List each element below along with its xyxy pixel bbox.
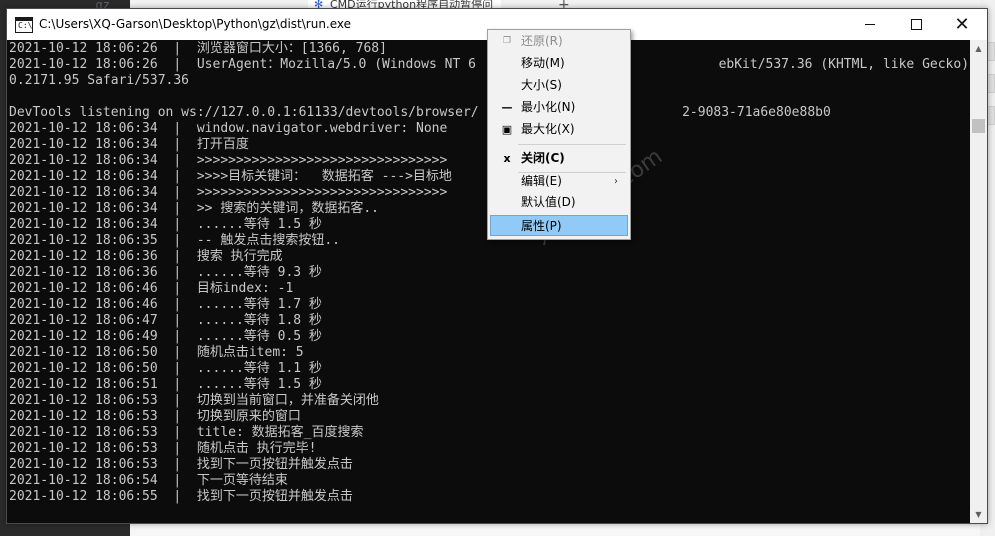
scroll-up-icon[interactable]: ▲ [970,40,987,57]
console-line: 2021-10-12 18:06:53 | title: 数据拓客_百度搜索 [9,425,364,440]
menu-item-maximize[interactable]: ▣ 最大化(X) [490,119,628,140]
maximize-button[interactable] [893,9,939,40]
menu-item-label: 属性(P) [521,219,562,233]
console-line: 2021-10-12 18:06:36 | ......等待 9.3 秒 [9,265,322,280]
menu-item-label: 编辑(E) [521,174,562,188]
console-line: 2021-10-12 18:06:50 | 随机点击item: 5 [9,345,304,360]
console-line: 2021-10-12 18:06:46 | ......等待 1.7 秒 [9,297,322,312]
console-app-icon[interactable]: C:\ [15,17,33,33]
close-icon: x [503,152,511,165]
window-title: C:\Users\XQ-Garson\Desktop\Python\gz\dis… [39,17,352,31]
console-line: 2021-10-12 18:06:53 | 找到下一页按钮并触发点击 [9,457,353,472]
console-line: 2021-10-12 18:06:50 | ......等待 1.1 秒 [9,361,322,376]
scrollbar-thumb[interactable] [972,119,985,133]
menu-item-minimize[interactable]: — 最小化(N) [490,97,628,118]
minimize-button[interactable] [847,9,893,40]
minimize-icon: — [501,101,513,114]
menu-item-close[interactable]: x 关闭(C) [490,148,628,169]
menu-item-label: 最大化(X) [521,122,575,136]
console-line: 2021-10-12 18:06:36 | 搜索 执行完成 [9,249,283,264]
menu-item-label: 还原(R) [521,34,563,48]
menu-item-move[interactable]: 移动(M) [490,53,628,74]
menu-item-defaults[interactable]: 默认值(D) [490,192,628,213]
menu-item-label: 默认值(D) [521,195,576,209]
console-scrollbar[interactable]: ▲ ▼ [970,40,987,523]
maximize-icon: ▣ [501,123,513,136]
console-line: 2021-10-12 18:06:54 | 下一页等待结束 [9,473,288,488]
close-icon: ✕ [954,14,970,35]
maximize-icon [910,18,922,30]
console-line: 2021-10-12 18:06:53 | 切换到当前窗口，并准备关闭他 [9,393,379,408]
console-line: 2021-10-12 18:06:47 | ......等待 1.8 秒 [9,313,322,328]
console-line: 2021-10-12 18:06:46 | 目标index: -1 [9,281,294,296]
menu-item-edit[interactable]: 编辑(E) › [490,171,628,192]
console-line: 2021-10-12 18:06:49 | ......等待 0.5 秒 [9,329,322,344]
restore-icon: ❐ [502,36,512,46]
menu-item-label: 关闭(C) [521,151,565,165]
menu-item-label: 最小化(N) [521,100,576,114]
console-line: 2021-10-12 18:06:55 | 找到下一页按钮并触发点击 [9,489,353,504]
chevron-right-icon: › [614,176,618,187]
menu-item-properties[interactable]: 属性(P) [490,215,628,236]
window-system-menu: ❐ 还原(R) 移动(M) 大小(S) — 最小化(N) ▣ 最大化(X) x … [487,29,631,240]
console-line: 2021-10-12 18:06:53 | 切换到原来的窗口 [9,409,301,424]
console-line: 2021-10-12 18:06:53 | 随机点击 执行完毕! [9,441,317,456]
menu-item-size[interactable]: 大小(S) [490,75,628,96]
minimize-icon [865,23,875,25]
menu-item-label: 大小(S) [521,78,562,92]
menu-item-label: 移动(M) [521,56,565,70]
menu-item-restore[interactable]: ❐ 还原(R) [490,31,628,52]
scroll-down-icon[interactable]: ▼ [970,506,987,523]
console-line: 2021-10-12 18:06:51 | ......等待 1.5 秒 [9,377,322,392]
menu-separator [518,144,626,145]
close-button[interactable]: ✕ [939,9,985,40]
